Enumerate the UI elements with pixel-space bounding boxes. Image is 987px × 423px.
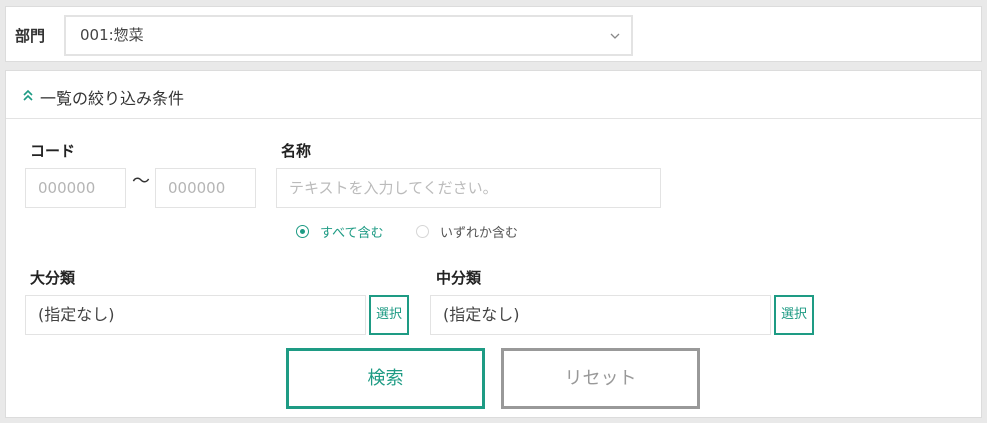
code-label: コード — [30, 142, 76, 160]
major-category-select-button[interactable]: 選択 — [369, 295, 409, 335]
middle-category-label: 中分類 — [436, 269, 482, 287]
department-panel: 部門 001:惣菜 — [5, 6, 982, 62]
chevron-down-icon — [610, 33, 620, 39]
code-from-input[interactable]: 000000 — [25, 168, 126, 208]
middle-category-select-button[interactable]: 選択 — [774, 295, 814, 335]
filter-panel: 一覧の絞り込み条件 コード 000000 〜 000000 名称 テキストを入力… — [5, 70, 982, 418]
middle-category-input[interactable]: (指定なし) — [430, 295, 771, 335]
department-select[interactable]: 001:惣菜 — [64, 15, 633, 56]
match-all-label: すべて含む — [320, 226, 384, 241]
department-selected-value: 001:惣菜 — [80, 26, 144, 44]
match-any-radio[interactable] — [416, 225, 429, 238]
department-label: 部門 — [15, 27, 46, 45]
filter-title: 一覧の絞り込み条件 — [40, 89, 185, 108]
name-label: 名称 — [281, 142, 312, 160]
double-chevron-up-icon[interactable] — [21, 89, 35, 102]
code-to-input[interactable]: 000000 — [155, 168, 256, 208]
match-any-label: いずれか含む — [440, 226, 519, 241]
major-category-input[interactable]: (指定なし) — [25, 295, 366, 335]
search-button[interactable]: 検索 — [286, 348, 485, 409]
name-input[interactable]: テキストを入力してください。 — [276, 168, 661, 208]
reset-button[interactable]: リセット — [501, 348, 700, 409]
major-category-label: 大分類 — [30, 269, 76, 287]
code-range-separator: 〜 — [132, 171, 150, 192]
match-all-radio[interactable] — [296, 225, 309, 238]
filter-header[interactable]: 一覧の絞り込み条件 — [6, 71, 981, 119]
